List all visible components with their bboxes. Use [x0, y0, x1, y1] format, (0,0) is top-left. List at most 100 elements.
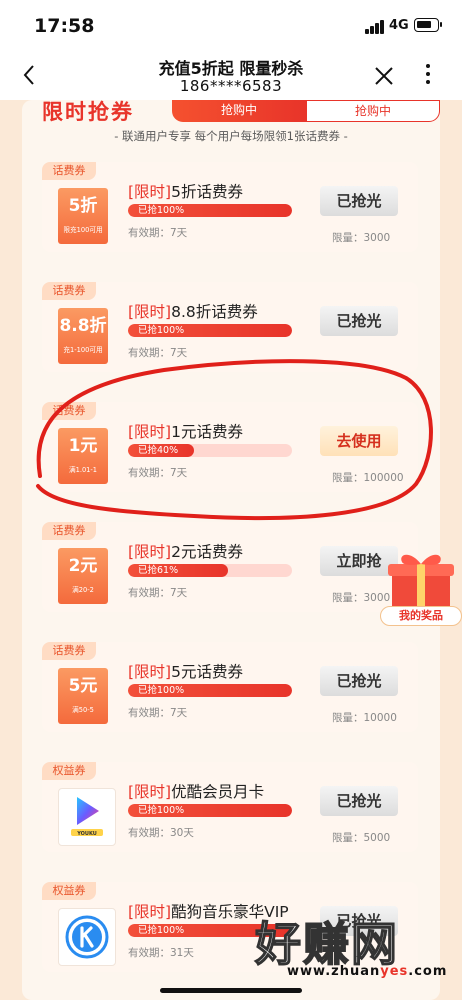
home-indicator	[160, 988, 302, 993]
claim-progress-bar: 已抢100%	[128, 684, 292, 697]
card-title-name: 优酷会员月卡	[171, 783, 265, 801]
card-category-tag: 权益券	[42, 762, 96, 780]
card-action-button[interactable]: 已抢光	[320, 186, 398, 216]
flash-sale-panel: 限时抢券 抢购中 抢购中 - 联通用户专享 每个用户每场限领1张话费券 - 话费…	[22, 100, 440, 1000]
claim-progress-text: 已抢100%	[138, 325, 185, 336]
card-category-tag: 话费券	[42, 162, 96, 180]
claim-progress-bar: 已抢40%	[128, 444, 292, 457]
coupon-value: 5元	[68, 676, 98, 696]
claim-progress-text: 已抢100%	[138, 805, 185, 816]
nav-bar: 充值5折起 限量秒杀 186****6583	[0, 50, 462, 100]
status-bar: 17:58 4G	[0, 0, 462, 50]
validity-text: 有效期：7天	[128, 347, 188, 359]
my-prizes-button[interactable]: 我的奖品	[380, 548, 462, 630]
limit-text: 限量：100000	[332, 472, 404, 484]
card-title-prefix: [限时]	[128, 663, 172, 681]
validity-text: 有效期：30天	[128, 827, 194, 839]
coupon-condition: 充1-100可用	[63, 346, 103, 354]
close-icon[interactable]	[372, 64, 396, 88]
tagline: - 联通用户专享 每个用户每场限领1张话费券 -	[114, 129, 348, 143]
session-tabs: 抢购中 抢购中	[172, 100, 440, 122]
card-category-tag: 话费券	[42, 522, 96, 540]
coupon-badge: 1元满1.01-1	[58, 428, 108, 484]
tab-session-current[interactable]: 抢购中	[172, 100, 306, 122]
limit-text: 限量：3000	[332, 232, 391, 244]
card-category-tag: 权益券	[42, 882, 96, 900]
validity-text: 有效期：7天	[128, 707, 188, 719]
claim-progress-text: 已抢100%	[138, 685, 185, 696]
watermark: 好赚网 www.zhuanyes.com	[254, 908, 462, 1000]
limit-text: 限量：10000	[332, 712, 397, 724]
youku-icon: YOUKU	[71, 797, 103, 837]
youku-logo: YOUKU	[58, 788, 116, 846]
card-title: [限时]2元话费券	[128, 540, 243, 562]
coupon-condition: 限充100可用	[63, 226, 103, 234]
card-title-name: 8.8折话费券	[171, 303, 258, 321]
battery-icon	[414, 18, 442, 32]
coupon-value: 8.8折	[59, 316, 107, 336]
coupon-condition: 满20-2	[72, 586, 94, 594]
network-type: 4G	[389, 18, 409, 33]
more-icon[interactable]	[423, 64, 433, 90]
card-title-prefix: [限时]	[128, 543, 172, 561]
watermark-url: www.zhuanyes.com	[287, 964, 448, 979]
card-title-prefix: [限时]	[128, 423, 172, 441]
card-title: [限时]5折话费券	[128, 180, 243, 202]
kugou-logo	[58, 908, 116, 966]
coupon-card: 话费券 8.8折充1-100可用 [限时]8.8折话费券已抢100% 有效期：7天 已抢…	[42, 282, 418, 372]
card-title-prefix: [限时]	[128, 903, 172, 921]
validity-text: 有效期：31天	[128, 947, 194, 959]
card-action-button[interactable]: 已抢光	[320, 786, 398, 816]
card-title: [限时]5元话费券	[128, 660, 243, 682]
claim-progress-bar: 已抢61%	[128, 564, 292, 577]
validity-text: 有效期：7天	[128, 227, 188, 239]
coupon-condition: 满50-5	[72, 706, 94, 714]
card-title-prefix: [限时]	[128, 183, 172, 201]
validity-text: 有效期：7天	[128, 587, 188, 599]
coupon-card: 话费券 5折限充100可用 [限时]5折话费券已抢100% 有效期：7天 已抢光限量：3…	[42, 162, 418, 252]
claim-progress-bar: 已抢100%	[128, 204, 292, 217]
card-category-tag: 话费券	[42, 642, 96, 660]
gift-icon	[388, 554, 454, 610]
claim-progress-text: 已抢40%	[138, 445, 179, 456]
coupon-value: 2元	[68, 556, 98, 576]
coupon-card: 话费券 1元满1.01-1 [限时]1元话费券已抢40% 有效期：7天 去使用限量：10…	[42, 402, 418, 492]
coupon-value: 5折	[68, 196, 98, 216]
kugou-icon	[65, 915, 109, 959]
coupon-card: 权益券 YOUKU [限时]优酷会员月卡已抢100% 有效期：30天 已抢光限量：500…	[42, 762, 418, 852]
coupon-card: 话费券 5元满50-5 [限时]5元话费券已抢100% 有效期：7天 已抢光限量：100…	[42, 642, 418, 732]
card-action-button[interactable]: 去使用	[320, 426, 398, 456]
card-title: [限时]优酷会员月卡	[128, 780, 264, 802]
card-title-name: 5折话费券	[171, 183, 243, 201]
tab-session-next[interactable]: 抢购中	[306, 100, 440, 122]
validity-text: 有效期：7天	[128, 467, 188, 479]
limit-text: 限量：5000	[332, 832, 391, 844]
card-title: [限时]8.8折话费券	[128, 300, 258, 322]
coupon-card: 话费券 2元 满20-2 [限时]2元话费券 已抢61% 有效期：7天 立即抢 限量：3000	[42, 522, 418, 612]
card-category-tag: 话费券	[42, 402, 96, 420]
youku-logo-text: YOUKU	[76, 831, 97, 837]
my-prizes-label: 我的奖品	[380, 606, 462, 626]
coupon-condition: 满1.01-1	[68, 466, 98, 474]
card-title: [限时]1元话费券	[128, 420, 243, 442]
coupon-badge: 5元满50-5	[58, 668, 108, 724]
coupon-badge: 2元满20-2	[58, 548, 108, 604]
coupon-value: 1元	[68, 436, 98, 456]
coupon-badge: 8.8折充1-100可用	[58, 308, 108, 364]
claim-progress-bar: 已抢100%	[128, 804, 292, 817]
card-title-name: 1元话费券	[171, 423, 243, 441]
claim-progress-text: 已抢100%	[138, 925, 185, 936]
card-title-prefix: [限时]	[128, 783, 172, 801]
status-time: 17:58	[34, 15, 95, 37]
claim-progress-text: 已抢61%	[138, 565, 179, 576]
coupon-badge: 5折限充100可用	[58, 188, 108, 244]
card-category-tag: 话费券	[42, 282, 96, 300]
card-title-name: 2元话费券	[171, 543, 243, 561]
card-action-button[interactable]: 已抢光	[320, 666, 398, 696]
card-title-name: 5元话费券	[171, 663, 243, 681]
signal-icon	[365, 20, 385, 34]
card-action-button[interactable]: 已抢光	[320, 306, 398, 336]
banner-title: 限时抢券	[42, 100, 134, 124]
claim-progress-bar: 已抢100%	[128, 324, 292, 337]
card-title-prefix: [限时]	[128, 303, 172, 321]
